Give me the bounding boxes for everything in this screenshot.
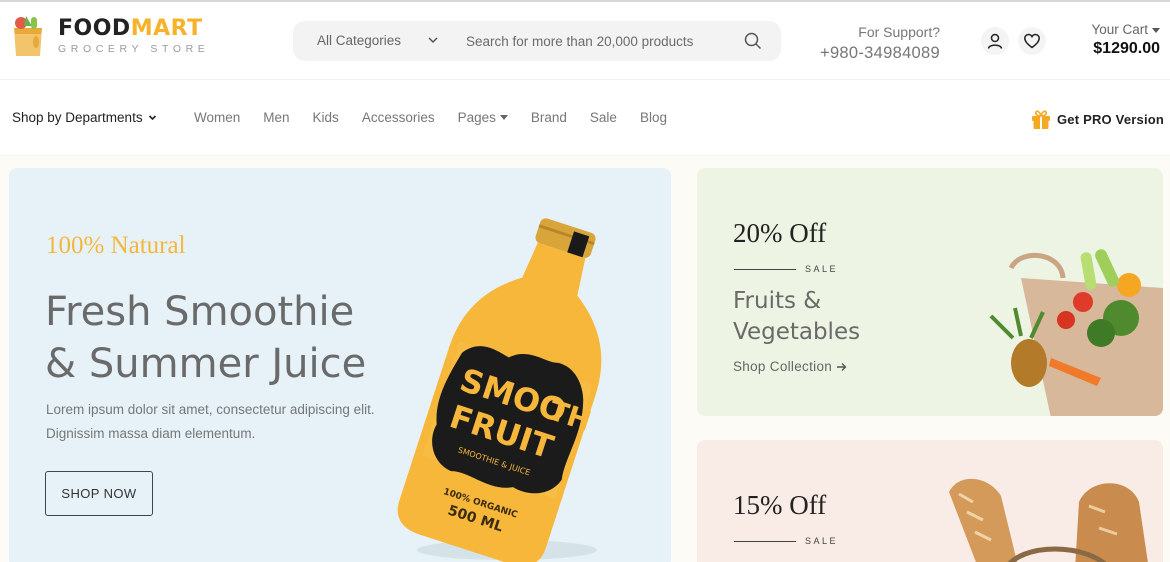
nav-link-brand[interactable]: Brand (531, 110, 567, 125)
get-pro-link[interactable]: Get PRO Version (1030, 108, 1164, 130)
support-phone[interactable]: +980-34984089 (806, 44, 940, 63)
nav-links: Women Men Kids Accessories Pages Brand S… (194, 110, 690, 125)
account-button[interactable] (981, 27, 1009, 55)
brand-tagline: GROCERY STORE (58, 43, 210, 55)
bread-basket-image (949, 478, 1148, 562)
shop-now-button[interactable]: SHOP NOW (45, 471, 153, 516)
nav-link-kids[interactable]: Kids (313, 110, 339, 125)
promo-title: Fruits & Vegetables (733, 288, 861, 345)
departments-dropdown[interactable]: Shop by Departments (12, 110, 157, 125)
promo-discount: 20% Off (733, 218, 827, 248)
cart-label: Your Cart (1064, 22, 1160, 37)
site-header: FOODMART GROCERY STORE All Categories Fo… (0, 2, 1170, 80)
nav-link-women[interactable]: Women (194, 110, 240, 125)
arrow-right-icon (837, 362, 847, 371)
promo-discount: 15% Off (733, 490, 827, 520)
promo-card-fruits[interactable]: 20% Off SALE Fruits & Vegetables Shop Co… (697, 168, 1163, 416)
brand-name: FOODMART (58, 16, 203, 41)
promo-card-bakery[interactable]: 15% Off SALE (697, 440, 1163, 562)
user-icon (987, 33, 1003, 49)
search-input[interactable] (466, 21, 726, 61)
nav-link-pages[interactable]: Pages (458, 110, 508, 125)
nav-link-sale[interactable]: Sale (590, 110, 617, 125)
smoothie-bottle-image: SMOO TH FRUIT SMOOTHIE & JUICE 100% ORGA… (397, 218, 602, 562)
divider (734, 269, 796, 270)
wishlist-button[interactable] (1018, 27, 1046, 55)
grocery-bag-icon (14, 16, 42, 56)
vegetable-bag-image (989, 249, 1163, 416)
hero-description: Lorem ipsum dolor sit amet, consectetur … (46, 402, 375, 441)
support-info: For Support? +980-34984089 (806, 24, 940, 63)
hero-eyebrow: 100% Natural (46, 232, 186, 259)
logo[interactable]: FOODMART GROCERY STORE (10, 14, 209, 58)
nav-link-accessories[interactable]: Accessories (362, 110, 435, 125)
main-nav: Shop by Departments Women Men Kids Acces… (0, 80, 1170, 156)
cart-total: $1290.00 (1093, 40, 1160, 57)
hero-banner: 100% Natural Fresh Smoothie & Summer Juic… (9, 168, 671, 562)
promo-sale-label: SALE (805, 264, 839, 274)
category-select[interactable]: All Categories (317, 33, 401, 48)
cart-summary[interactable]: Your Cart $1290.00 (1064, 22, 1160, 58)
chevron-down-icon[interactable] (426, 33, 440, 47)
heart-icon (1024, 33, 1040, 49)
nav-link-men[interactable]: Men (263, 110, 289, 125)
support-label: For Support? (858, 24, 940, 40)
shop-collection-link[interactable]: Shop Collection (733, 359, 847, 374)
search-icon[interactable] (744, 32, 762, 50)
gift-icon (1032, 110, 1050, 129)
caret-down-icon (499, 115, 508, 120)
nav-link-blog[interactable]: Blog (640, 110, 667, 125)
hero-title: Fresh Smoothie & Summer Juice (45, 289, 367, 387)
promo-sale-label: SALE (805, 536, 839, 546)
search-bar: All Categories (293, 21, 781, 61)
chevron-down-icon (149, 115, 157, 121)
divider (734, 541, 796, 542)
caret-down-icon (1152, 27, 1160, 33)
